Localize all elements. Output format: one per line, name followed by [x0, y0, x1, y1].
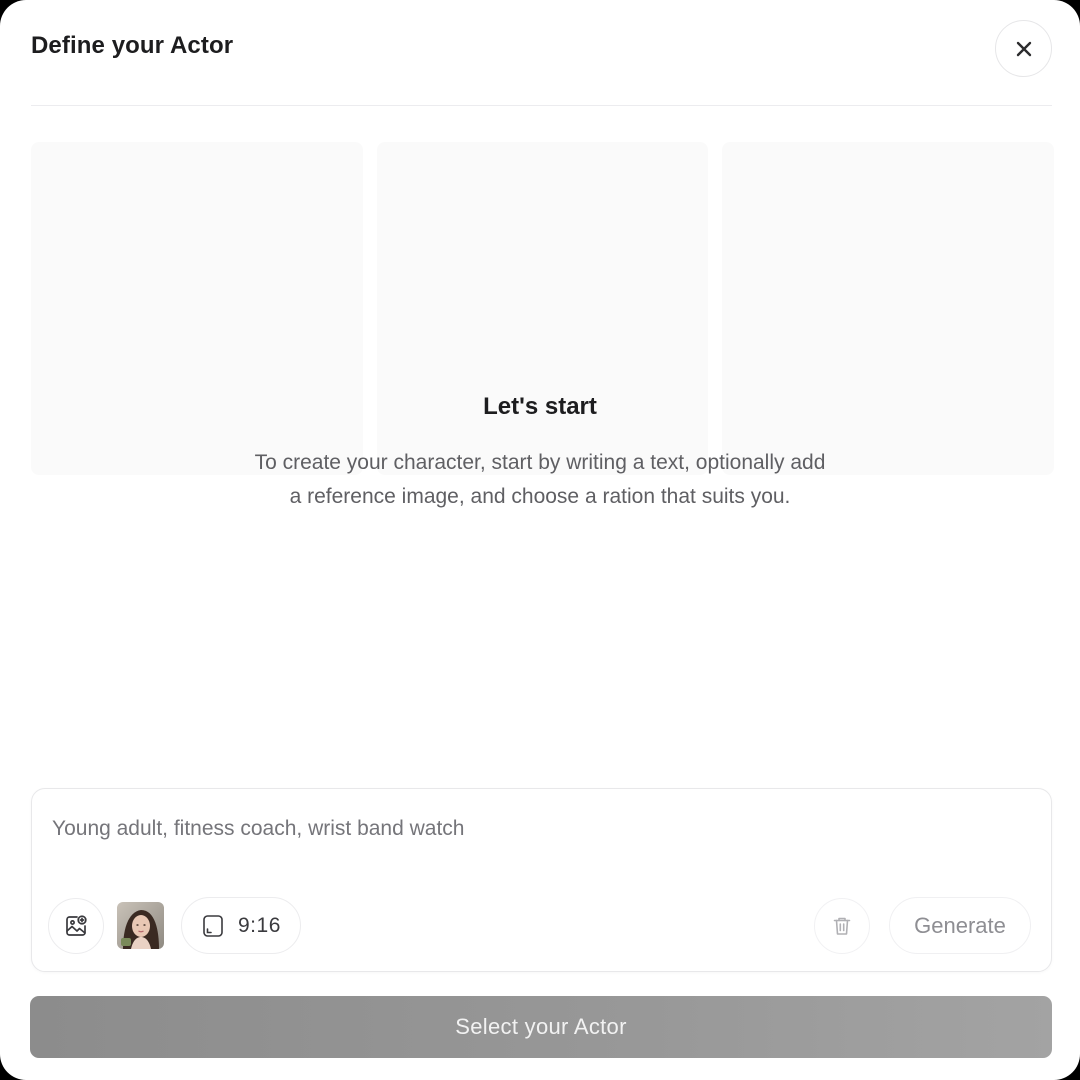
aspect-ratio-value: 9:16	[238, 913, 281, 937]
generate-button-label: Generate	[914, 912, 1006, 938]
select-actor-label: Select your Actor	[455, 1014, 627, 1039]
add-reference-image-button[interactable]	[48, 898, 104, 954]
modal-title: Define your Actor	[31, 32, 234, 59]
empty-state-description-line: To create your character, start by writi…	[254, 451, 826, 474]
generate-button[interactable]: Generate	[889, 897, 1031, 954]
define-actor-modal: Define your Actor Let's start To create …	[0, 0, 1080, 1080]
trash-icon	[833, 917, 851, 935]
preview-placeholder	[31, 142, 363, 475]
preview-placeholder	[722, 142, 1055, 475]
select-actor-button[interactable]: Select your Actor	[30, 996, 1052, 1058]
aspect-ratio-icon	[203, 914, 223, 937]
prompt-composer: 9:16 Generate	[31, 788, 1052, 972]
close-icon	[1016, 41, 1031, 56]
reference-photo	[117, 902, 164, 949]
preview-placeholder-grid	[31, 142, 1055, 475]
preview-placeholder	[376, 142, 709, 475]
empty-state-title: Let's start	[483, 393, 597, 420]
prompt-input[interactable]	[52, 809, 1022, 849]
image-add-icon	[66, 915, 87, 936]
close-button[interactable]	[995, 20, 1052, 77]
header-divider	[31, 105, 1052, 106]
clear-prompt-button[interactable]	[814, 898, 870, 954]
aspect-ratio-selector[interactable]: 9:16	[181, 897, 301, 954]
reference-image-thumbnail[interactable]	[117, 902, 164, 949]
empty-state-description-line: a reference image, and choose a ration t…	[289, 485, 791, 508]
empty-state-description: To create your character, start by writi…	[190, 446, 890, 514]
